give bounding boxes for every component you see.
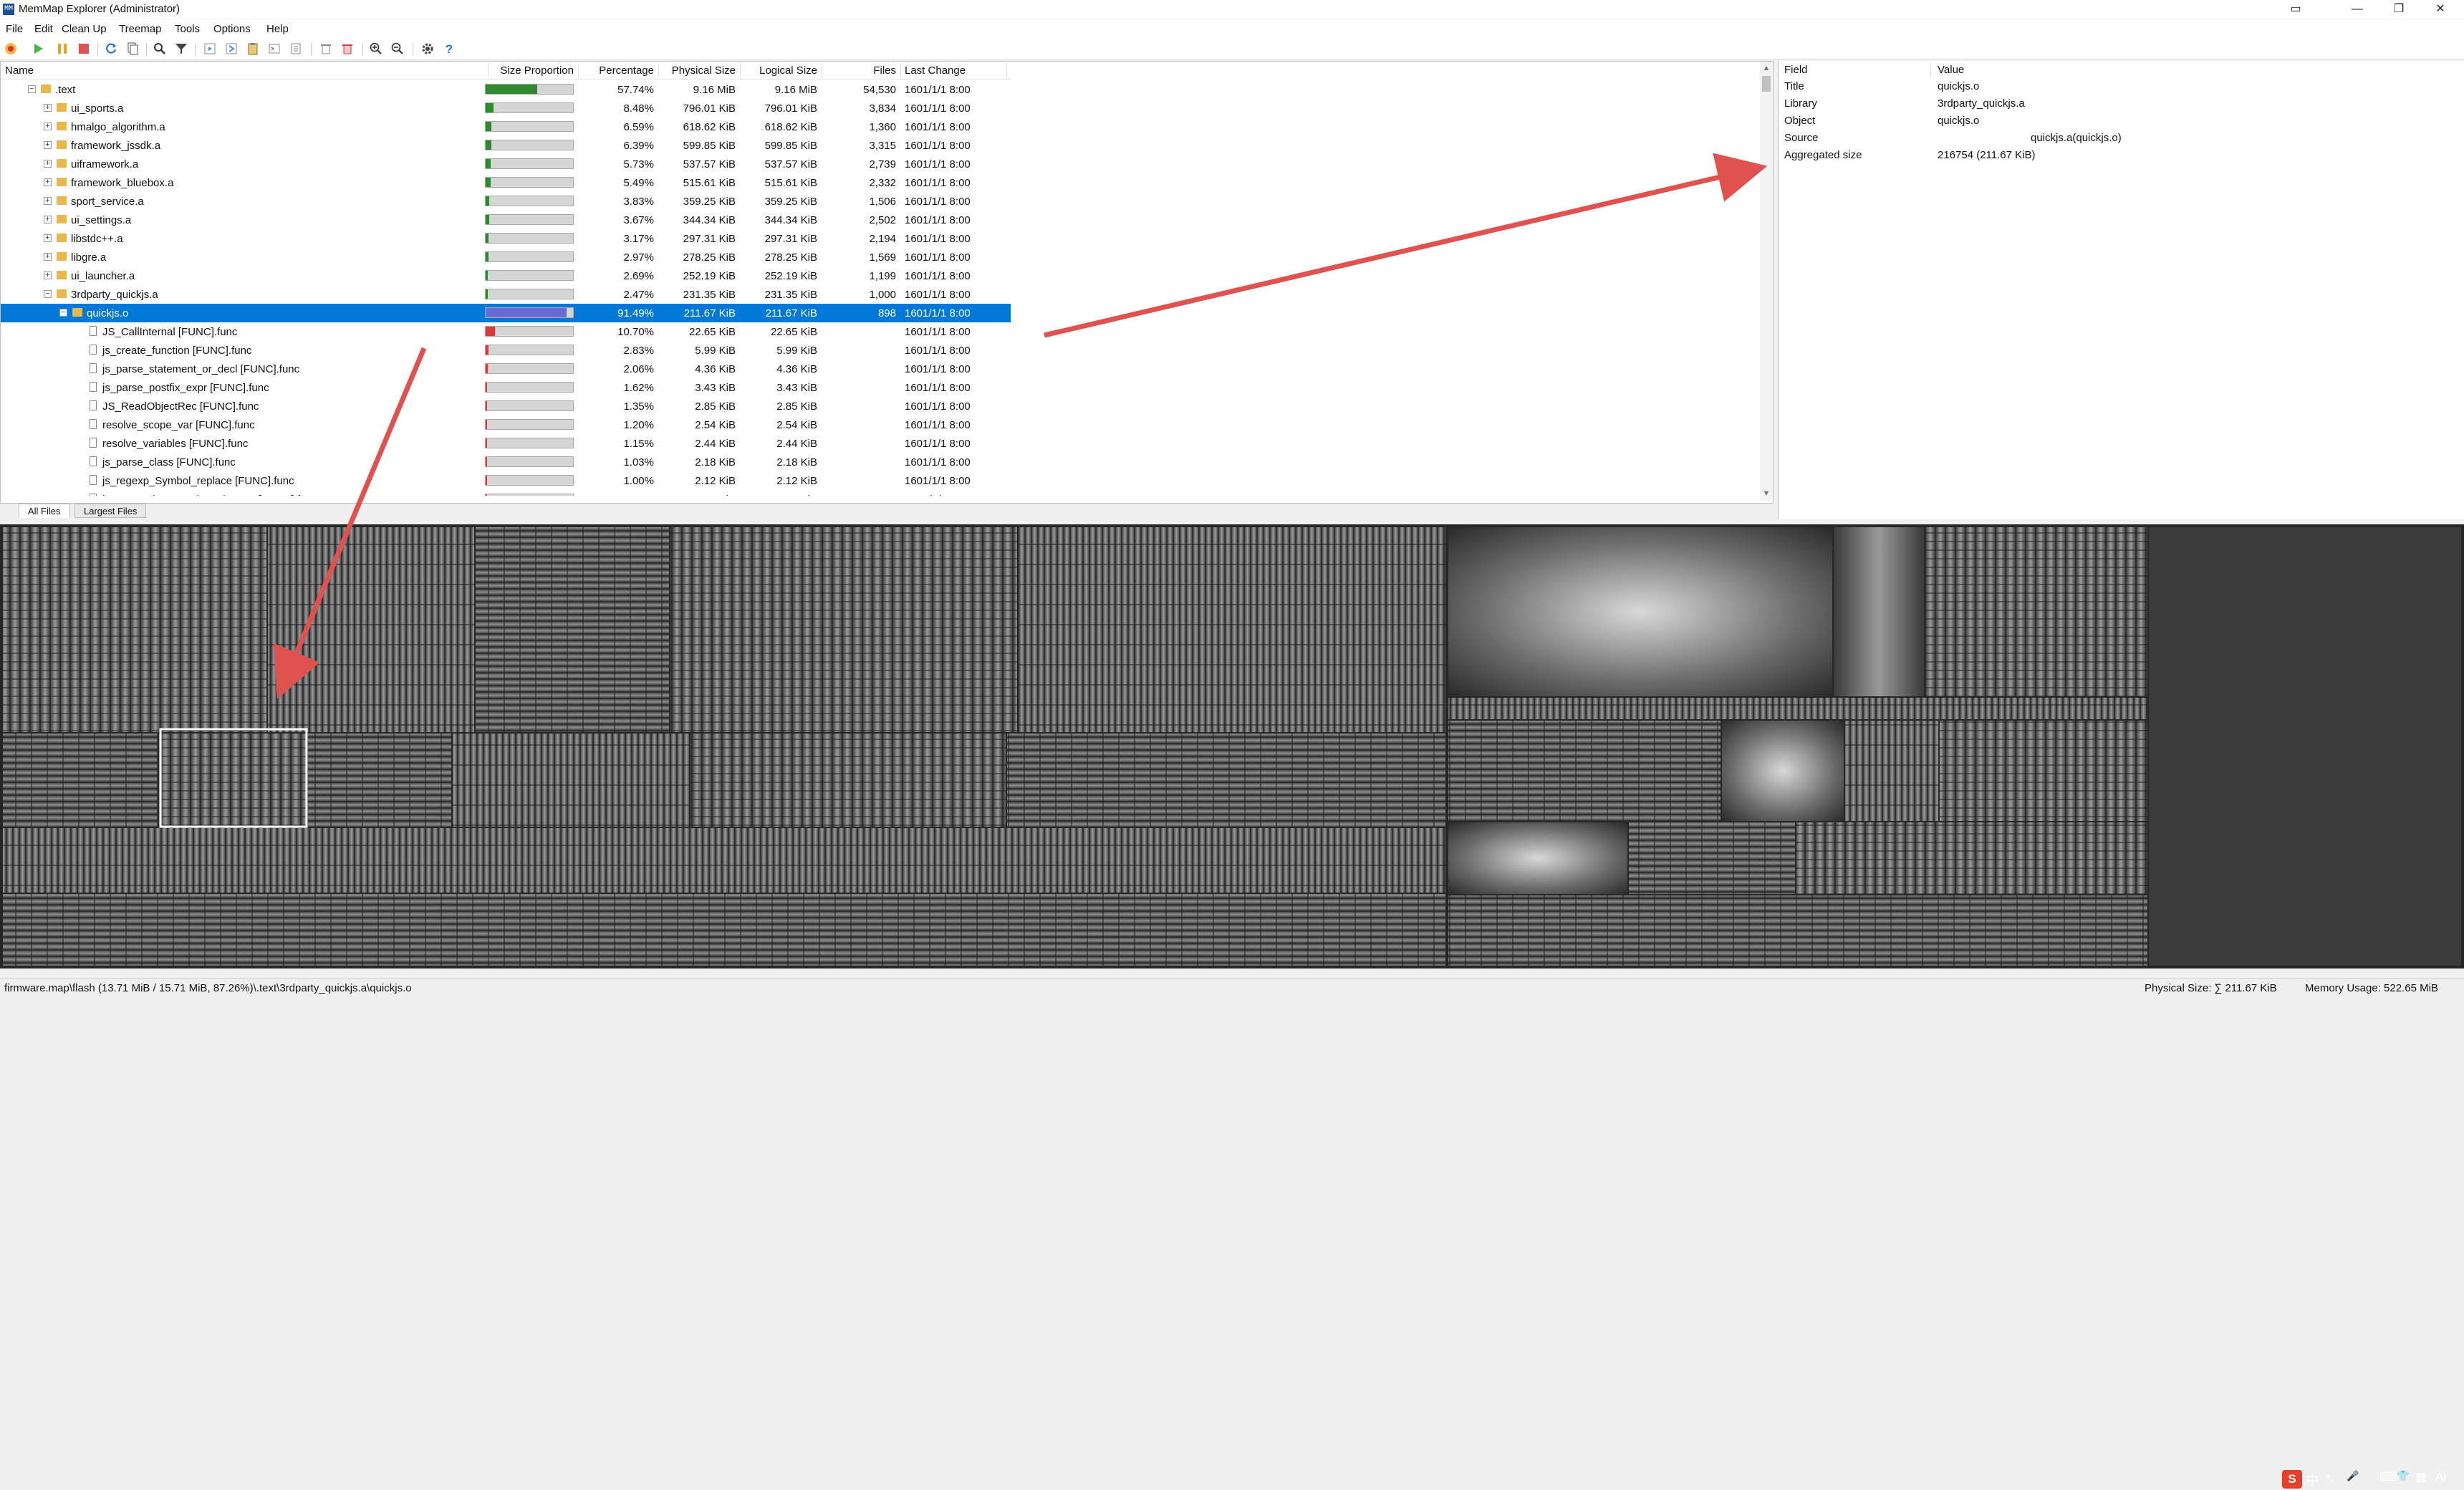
ime-skin-icon[interactable]: 👕 [2397, 1470, 2409, 1482]
ime-language[interactable]: 中 [2306, 1470, 2319, 1488]
status-bar: firmware.map\flash (13.71 MiB / 15.71 Mi… [0, 979, 2464, 996]
ime-microphone-icon[interactable]: 🎤 [2347, 1470, 2359, 1482]
ime-toolbar: S 中 •, 🎤 ⌨ 👕 ▦ Ai [2282, 1469, 2464, 1490]
status-memory-usage: Memory Usage: 522.65 MiB [2305, 982, 2438, 994]
annotation-overlay [273, 153, 1768, 699]
ime-logo-icon[interactable]: S [2282, 1470, 2302, 1489]
annotation-arrow [1044, 153, 1768, 338]
ime-keyboard-icon[interactable]: ⌨ [2379, 1470, 2397, 1484]
ime-punctuation-icon[interactable]: •, [2326, 1470, 2334, 1484]
ime-grid-icon[interactable]: ▦ [2415, 1470, 2427, 1484]
ime-ai-icon[interactable]: Ai [2435, 1470, 2446, 1484]
status-physical-size: Physical Size: ∑ 211.67 KiB [2145, 982, 2277, 994]
annotation-arrow [273, 347, 427, 699]
status-path: firmware.map\flash (13.71 MiB / 15.71 Mi… [4, 982, 412, 994]
